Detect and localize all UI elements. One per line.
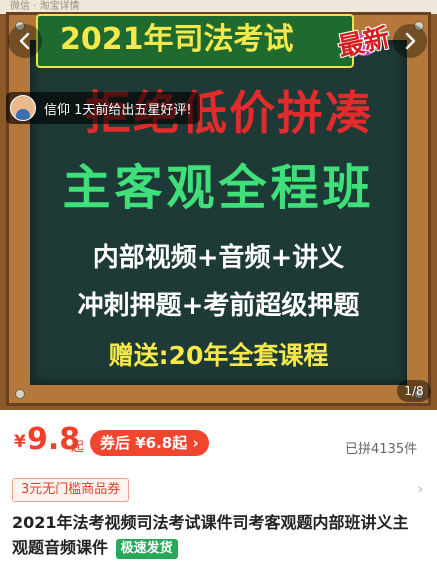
- product-title-text: 2021年法考视频司法考试课件司考客观题内部班讲义主观题音频课件: [12, 513, 409, 557]
- chevron-right-icon: [405, 32, 416, 50]
- fast-ship-badge: 极速发货: [115, 539, 178, 559]
- price-suffix: 起: [71, 440, 85, 455]
- toast-text: 信仰 1天前给出五星好评!: [44, 102, 192, 118]
- back-button[interactable]: [8, 24, 42, 58]
- price-currency: ¥: [14, 432, 26, 452]
- price-row: ¥ 9.8 起 券后 ¥6.8起 › 已拼4135件: [0, 420, 437, 464]
- chevron-right-icon[interactable]: ›: [417, 480, 431, 498]
- gift-line: 赠送:20年全套课程: [108, 341, 329, 370]
- sold-count: 已拼4135件: [345, 442, 418, 457]
- after-coupon-price-button[interactable]: 券后 ¥6.8起 ›: [90, 430, 209, 456]
- avatar: [10, 95, 36, 121]
- review-toast[interactable]: 信仰 1天前给出五星好评!: [6, 92, 200, 124]
- nail-icon: [15, 389, 25, 399]
- banner-title: 2021年司法考试: [60, 22, 294, 57]
- coupon-tag[interactable]: 3元无门槛商品券: [12, 478, 130, 502]
- feature-line-1: 内部视频+音频+讲义: [92, 243, 345, 273]
- page-indicator: 1/8: [397, 380, 431, 402]
- product-title: 2021年法考视频司法考试课件司考客观题内部班讲义主观题音频课件 极速发货: [12, 510, 422, 560]
- feature-line-2: 冲刺押题+考前超级押题: [77, 291, 360, 321]
- chevron-left-icon: [19, 32, 30, 50]
- forward-button[interactable]: [393, 24, 427, 58]
- headline-green: 主客观全程班: [62, 160, 375, 216]
- product-image-carousel[interactable]: 微信 · 淘宝详情 2021年司法考试 最新 拒绝低价拼凑 主客观全程班 内部视…: [0, 0, 437, 410]
